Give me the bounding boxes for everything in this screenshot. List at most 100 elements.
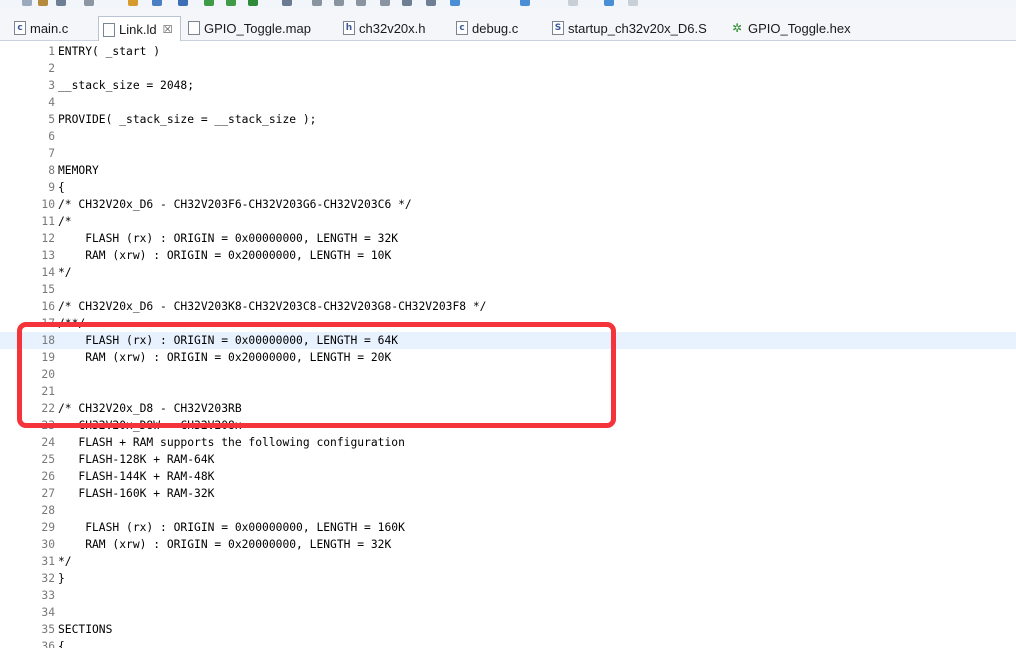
code-line[interactable]: 15 xyxy=(0,281,1016,298)
map-file-icon xyxy=(188,21,200,35)
line-number: 19 xyxy=(41,351,55,364)
close-tab-icon[interactable]: ☒ xyxy=(162,23,174,36)
main-toolbar xyxy=(0,0,1016,8)
toolbar-icon[interactable] xyxy=(628,0,638,6)
tab-ch32v20x-h[interactable]: h ch32v20x.h xyxy=(343,16,426,40)
hex-file-icon: ✲ xyxy=(731,21,743,35)
c-file-icon: c xyxy=(14,21,26,35)
tab-debug-c[interactable]: c debug.c xyxy=(456,16,518,40)
code-line[interactable]: 19 RAM (xrw) : ORIGIN = 0x20000000, LENG… xyxy=(0,349,1016,366)
toolbar-icon[interactable] xyxy=(22,0,32,6)
toolbar-icon[interactable] xyxy=(178,0,188,6)
code-line[interactable]: 25 FLASH-128K + RAM-64K xyxy=(0,451,1016,468)
tab-startup-s[interactable]: S startup_ch32v20x_D6.S xyxy=(552,16,707,40)
code-line[interactable]: 11/* xyxy=(0,213,1016,230)
tab-gpio-toggle-hex[interactable]: ✲ GPIO_Toggle.hex xyxy=(730,16,851,40)
code-line[interactable]: 17/**/ xyxy=(0,315,1016,332)
toolbar-icon[interactable] xyxy=(282,0,292,6)
toolbar-icon[interactable] xyxy=(204,0,214,6)
line-number: 26 xyxy=(41,470,55,483)
code-line[interactable]: 9{ xyxy=(0,179,1016,196)
code-line[interactable]: 29 FLASH (rx) : ORIGIN = 0x00000000, LEN… xyxy=(0,519,1016,536)
code-line[interactable]: 22/* CH32V20x_D8 - CH32V203RB xyxy=(0,400,1016,417)
ld-file-icon xyxy=(103,22,115,37)
code-text: FLASH (rx) : ORIGIN = 0x00000000, LENGTH… xyxy=(58,232,399,245)
code-line[interactable]: 14 */ xyxy=(0,264,1016,281)
code-line[interactable]: 16/* CH32V20x_D6 - CH32V203K8-CH32V203C8… xyxy=(0,298,1016,315)
toolbar-icon[interactable] xyxy=(128,0,138,6)
code-line[interactable]: 24 FLASH + RAM supports the following co… xyxy=(0,434,1016,451)
toolbar-icon[interactable] xyxy=(356,0,366,6)
code-text: __stack_size = 2048; xyxy=(58,79,195,92)
toolbar-icon[interactable] xyxy=(380,0,390,6)
toolbar-icon[interactable] xyxy=(334,0,344,6)
code-line[interactable]: 27 FLASH-160K + RAM-32K xyxy=(0,485,1016,502)
tab-link-ld[interactable]: Link.ld ☒ xyxy=(98,16,181,42)
toolbar-icon[interactable] xyxy=(226,0,236,6)
code-line[interactable]: 2 xyxy=(0,60,1016,77)
code-line[interactable]: 4 xyxy=(0,94,1016,111)
line-number: 24 xyxy=(41,436,55,449)
linker-script-editor[interactable]: 1 ENTRY( _start ) 2 3 __stack_size = 2048; 4 5… xyxy=(0,41,1016,648)
code-line[interactable]: 32} xyxy=(0,570,1016,587)
code-line[interactable]: 21 xyxy=(0,383,1016,400)
toolbar-icon[interactable] xyxy=(402,0,412,6)
code-line[interactable]: 6 xyxy=(0,128,1016,145)
code-text: { xyxy=(58,640,65,648)
code-line[interactable]: 23 CH32V20x_D8W - CH32V208x xyxy=(0,417,1016,434)
code-text: FLASH-128K + RAM-64K xyxy=(58,453,215,466)
code-line[interactable]: 33 xyxy=(0,587,1016,604)
tab-label: GPIO_Toggle.hex xyxy=(748,20,851,36)
code-line[interactable]: 35 SECTIONS xyxy=(0,621,1016,638)
toolbar-icon[interactable] xyxy=(312,0,322,6)
toolbar-icon[interactable] xyxy=(152,0,162,6)
code-text: RAM (xrw) : ORIGIN = 0x20000000, LENGTH … xyxy=(58,249,392,262)
code-line[interactable]: 3 __stack_size = 2048; xyxy=(0,77,1016,94)
toolbar-icon[interactable] xyxy=(450,0,460,6)
code-line[interactable]: 36{ xyxy=(0,638,1016,648)
line-number: 21 xyxy=(41,385,55,398)
tab-label: GPIO_Toggle.map xyxy=(204,20,311,36)
code-line[interactable]: 8 MEMORY xyxy=(0,162,1016,179)
line-number: 10 xyxy=(41,198,55,211)
toolbar-icon[interactable] xyxy=(604,0,614,6)
code-line[interactable]: 34 xyxy=(0,604,1016,621)
tab-main-c[interactable]: c main.c xyxy=(14,16,68,40)
tab-label: debug.c xyxy=(472,20,519,36)
h-file-icon: h xyxy=(343,21,355,35)
code-line[interactable]: 10/* CH32V20x_D6 - CH32V203F6-CH32V203G6… xyxy=(0,196,1016,213)
toolbar-icon[interactable] xyxy=(38,0,48,6)
line-number: 15 xyxy=(41,283,55,296)
line-number: 25 xyxy=(41,453,55,466)
code-line[interactable]: 20 xyxy=(0,366,1016,383)
line-number: 16 xyxy=(41,300,55,313)
code-line[interactable]: 28 xyxy=(0,502,1016,519)
code-line[interactable]: 13 RAM (xrw) : ORIGIN = 0x20000000, LENG… xyxy=(0,247,1016,264)
s-file-icon: S xyxy=(552,21,564,35)
code-line[interactable]: 26 FLASH-144K + RAM-48K xyxy=(0,468,1016,485)
code-text: PROVIDE( _stack_size = __stack_size ); xyxy=(58,113,317,126)
tab-gpio-toggle-map[interactable]: GPIO_Toggle.map xyxy=(188,16,311,40)
code-line[interactable]: 5 PROVIDE( _stack_size = __stack_size ); xyxy=(0,111,1016,128)
toolbar-icon[interactable] xyxy=(520,0,530,6)
line-number: 23 xyxy=(41,419,55,432)
line-number: 8 xyxy=(48,164,55,177)
toolbar-icon[interactable] xyxy=(84,0,94,6)
toolbar-icon[interactable] xyxy=(56,0,66,6)
toolbar-icon[interactable] xyxy=(426,0,436,6)
code-line[interactable]: 1 ENTRY( _start ) xyxy=(0,43,1016,60)
code-text: /* CH32V20x_D8 - CH32V203RB xyxy=(58,402,242,415)
code-text: } xyxy=(58,572,65,585)
toolbar-icon[interactable] xyxy=(248,0,258,6)
line-number: 36 xyxy=(41,640,55,648)
code-line[interactable]: 7 xyxy=(0,145,1016,162)
tab-label: ch32v20x.h xyxy=(359,20,426,36)
line-number: 32 xyxy=(41,572,55,585)
current-code-line[interactable]: 18 FLASH (rx) : ORIGIN = 0x00000000, LEN… xyxy=(0,332,1016,349)
code-text: FLASH + RAM supports the following confi… xyxy=(58,436,405,449)
code-line[interactable]: 12 FLASH (rx) : ORIGIN = 0x00000000, LEN… xyxy=(0,230,1016,247)
code-line[interactable]: 31 */ xyxy=(0,553,1016,570)
code-text: FLASH (rx) : ORIGIN = 0x00000000, LENGTH… xyxy=(58,334,399,347)
code-line[interactable]: 30 RAM (xrw) : ORIGIN = 0x20000000, LENG… xyxy=(0,536,1016,553)
toolbar-icon[interactable] xyxy=(568,0,578,6)
